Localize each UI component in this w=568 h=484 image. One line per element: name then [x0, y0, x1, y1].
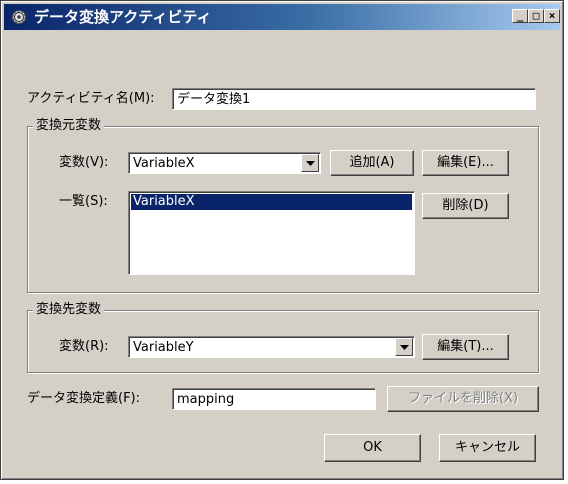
maximize-button[interactable]: □: [528, 9, 544, 23]
delete-button[interactable]: 削除(D): [422, 193, 509, 219]
variable-list[interactable]: VariableX: [128, 191, 415, 275]
target-group-title: 変換先変数: [33, 301, 105, 319]
window-title: データ変換アクティビティ: [34, 8, 212, 26]
dialog-window: データ変換アクティビティ _ □ × アクティビティ名(M): データ変換1 変…: [0, 0, 564, 480]
target-variable-combo[interactable]: VariableY: [128, 336, 415, 358]
definition-label: データ変換定義(F):: [27, 391, 141, 406]
title-bar[interactable]: データ変換アクティビティ _ □ ×: [4, 4, 560, 30]
source-variable-value: VariableX: [133, 156, 195, 171]
definition-input[interactable]: mapping: [172, 388, 376, 410]
source-edit-button[interactable]: 編集(E)...: [422, 150, 509, 176]
list-item[interactable]: VariableX: [131, 194, 412, 210]
list-item-label: VariableX: [133, 194, 195, 209]
add-button[interactable]: 追加(A): [330, 150, 414, 176]
ok-button[interactable]: OK: [324, 434, 421, 462]
definition-value: mapping: [177, 392, 235, 407]
cancel-button[interactable]: キャンセル: [439, 434, 536, 462]
activity-name-label: アクティビティ名(M):: [27, 91, 155, 106]
chevron-down-icon[interactable]: [301, 154, 319, 172]
source-variable-label: 変数(V):: [59, 155, 109, 170]
chevron-down-icon[interactable]: [395, 338, 413, 356]
close-button[interactable]: ×: [544, 9, 560, 23]
target-variable-value: VariableY: [133, 340, 194, 355]
target-variable-label: 変数(R):: [59, 339, 109, 354]
source-group-title: 変換元変数: [33, 117, 105, 135]
source-variable-combo[interactable]: VariableX: [128, 152, 321, 174]
activity-name-input[interactable]: データ変換1: [172, 88, 536, 110]
list-label: 一覧(S):: [59, 194, 108, 209]
minimize-button[interactable]: _: [512, 9, 528, 23]
activity-name-value: データ変換1: [177, 92, 251, 107]
gear-icon: [10, 8, 28, 26]
delete-file-button[interactable]: ファイルを削除(X): [387, 386, 539, 412]
target-edit-button[interactable]: 編集(T)...: [422, 334, 509, 360]
